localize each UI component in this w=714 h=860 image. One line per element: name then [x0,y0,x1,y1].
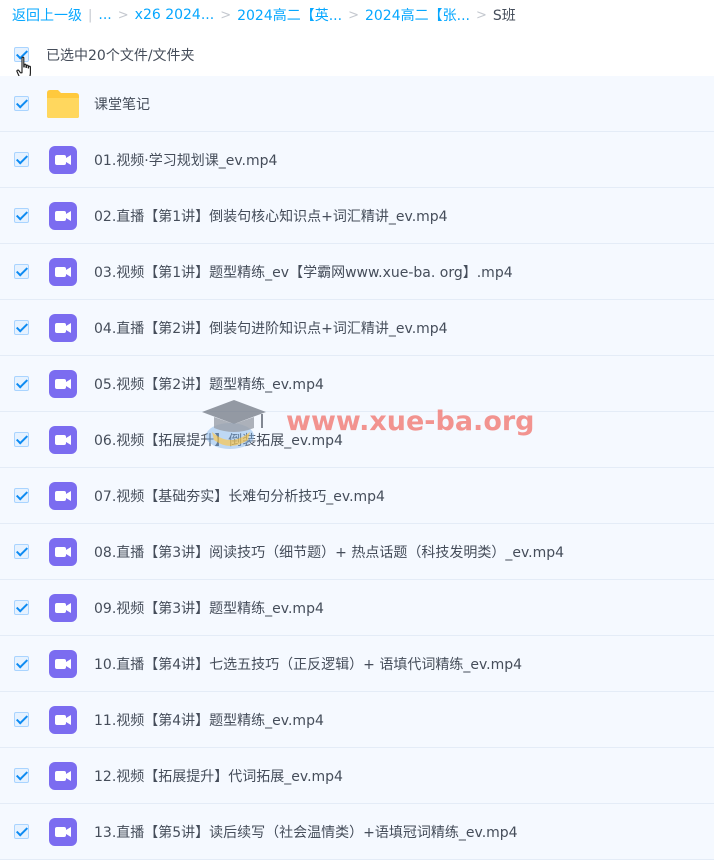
file-name[interactable]: 09.视频【第3讲】题型精练_ev.mp4 [94,598,324,618]
row-checkbox[interactable] [14,320,29,335]
file-row[interactable]: 10.直播【第4讲】七选五技巧（正反逻辑）+ 语填代词精练_ev.mp4 [0,636,714,692]
video-icon [49,762,77,790]
video-icon [49,706,77,734]
folder-row[interactable]: 课堂笔记 [0,76,714,132]
breadcrumb-item-x26[interactable]: x26 2024... [135,7,215,23]
breadcrumb-divider: | [88,7,93,23]
file-name[interactable]: 05.视频【第2讲】题型精练_ev.mp4 [94,374,324,394]
file-row[interactable]: 06.视频【拓展提升】倒装拓展_ev.mp4 [0,412,714,468]
file-name[interactable]: 07.视频【基础夯实】长难句分析技巧_ev.mp4 [94,486,385,506]
row-checkbox[interactable] [14,656,29,671]
row-checkbox[interactable] [14,712,29,727]
file-name[interactable]: 12.视频【拓展提升】代词拓展_ev.mp4 [94,766,343,786]
file-row[interactable]: 07.视频【基础夯实】长难句分析技巧_ev.mp4 [0,468,714,524]
file-row[interactable]: 01.视频·学习规划课_ev.mp4 [0,132,714,188]
row-checkbox[interactable] [14,96,29,111]
breadcrumb-item-english[interactable]: 2024高二【英... [237,5,342,25]
video-icon [49,650,77,678]
breadcrumb-ellipsis[interactable]: ... [98,7,111,23]
video-icon [49,258,77,286]
row-checkbox[interactable] [14,768,29,783]
file-row[interactable]: 13.直播【第5讲】读后续写（社会温情类）+语填冠词精练_ev.mp4 [0,804,714,860]
file-name[interactable]: 04.直播【第2讲】倒装句进阶知识点+词汇精讲_ev.mp4 [94,318,448,338]
file-row[interactable]: 03.视频【第1讲】题型精练_ev【学霸网www.xue-ba. org】.mp… [0,244,714,300]
file-name[interactable]: 08.直播【第3讲】阅读技巧（细节题）+ 热点话题（科技发明类）_ev.mp4 [94,542,564,562]
file-list: 课堂笔记 01.视频·学习规划课_ev.mp4 02.直播【第1讲】倒装句核心知识点… [0,76,714,860]
breadcrumb-separator: > [348,7,359,23]
file-name[interactable]: 11.视频【第4讲】题型精练_ev.mp4 [94,710,324,730]
file-row[interactable]: 09.视频【第3讲】题型精练_ev.mp4 [0,580,714,636]
row-checkbox[interactable] [14,376,29,391]
file-row[interactable]: 08.直播【第3讲】阅读技巧（细节题）+ 热点话题（科技发明类）_ev.mp4 [0,524,714,580]
file-row[interactable]: 12.视频【拓展提升】代词拓展_ev.mp4 [0,748,714,804]
file-name[interactable]: 01.视频·学习规划课_ev.mp4 [94,150,277,170]
file-row[interactable]: 05.视频【第2讲】题型精练_ev.mp4 [0,356,714,412]
breadcrumb: 返回上一级 | ... > x26 2024... > 2024高二【英... … [12,4,516,26]
file-name[interactable]: 课堂笔记 [94,94,150,114]
breadcrumb-item-zhang[interactable]: 2024高二【张... [365,5,470,25]
file-name[interactable]: 03.视频【第1讲】题型精练_ev【学霸网www.xue-ba. org】.mp… [94,262,513,282]
row-checkbox[interactable] [14,824,29,839]
row-checkbox[interactable] [14,152,29,167]
file-row[interactable]: 11.视频【第4讲】题型精练_ev.mp4 [0,692,714,748]
row-checkbox[interactable] [14,208,29,223]
breadcrumb-current: S班 [492,8,516,24]
video-icon [49,370,77,398]
file-name[interactable]: 06.视频【拓展提升】倒装拓展_ev.mp4 [94,430,343,450]
back-link[interactable]: 返回上一级 [12,5,82,25]
row-checkbox[interactable] [14,600,29,615]
row-checkbox[interactable] [14,488,29,503]
video-icon [49,482,77,510]
video-icon [49,146,77,174]
video-icon [49,426,77,454]
video-icon [49,594,77,622]
file-name[interactable]: 02.直播【第1讲】倒装句核心知识点+词汇精讲_ev.mp4 [94,206,448,226]
breadcrumb-separator: > [220,7,232,23]
video-icon [49,818,77,846]
row-checkbox[interactable] [14,544,29,559]
row-checkbox[interactable] [14,264,29,279]
video-icon [49,202,77,230]
video-icon [49,314,77,342]
row-checkbox[interactable] [14,432,29,447]
file-row[interactable]: 04.直播【第2讲】倒装句进阶知识点+词汇精讲_ev.mp4 [0,300,714,356]
selection-bar: 已选中20个文件/文件夹 [0,34,714,81]
selection-count: 已选中20个文件/文件夹 [46,48,195,64]
file-name[interactable]: 10.直播【第4讲】七选五技巧（正反逻辑）+ 语填代词精练_ev.mp4 [94,654,522,674]
file-name[interactable]: 13.直播【第5讲】读后续写（社会温情类）+语填冠词精练_ev.mp4 [94,822,518,842]
breadcrumb-separator: > [475,7,487,23]
file-row[interactable]: 02.直播【第1讲】倒装句核心知识点+词汇精讲_ev.mp4 [0,188,714,244]
breadcrumb-separator: > [117,7,129,23]
video-icon [49,538,77,566]
folder-icon [47,90,79,118]
